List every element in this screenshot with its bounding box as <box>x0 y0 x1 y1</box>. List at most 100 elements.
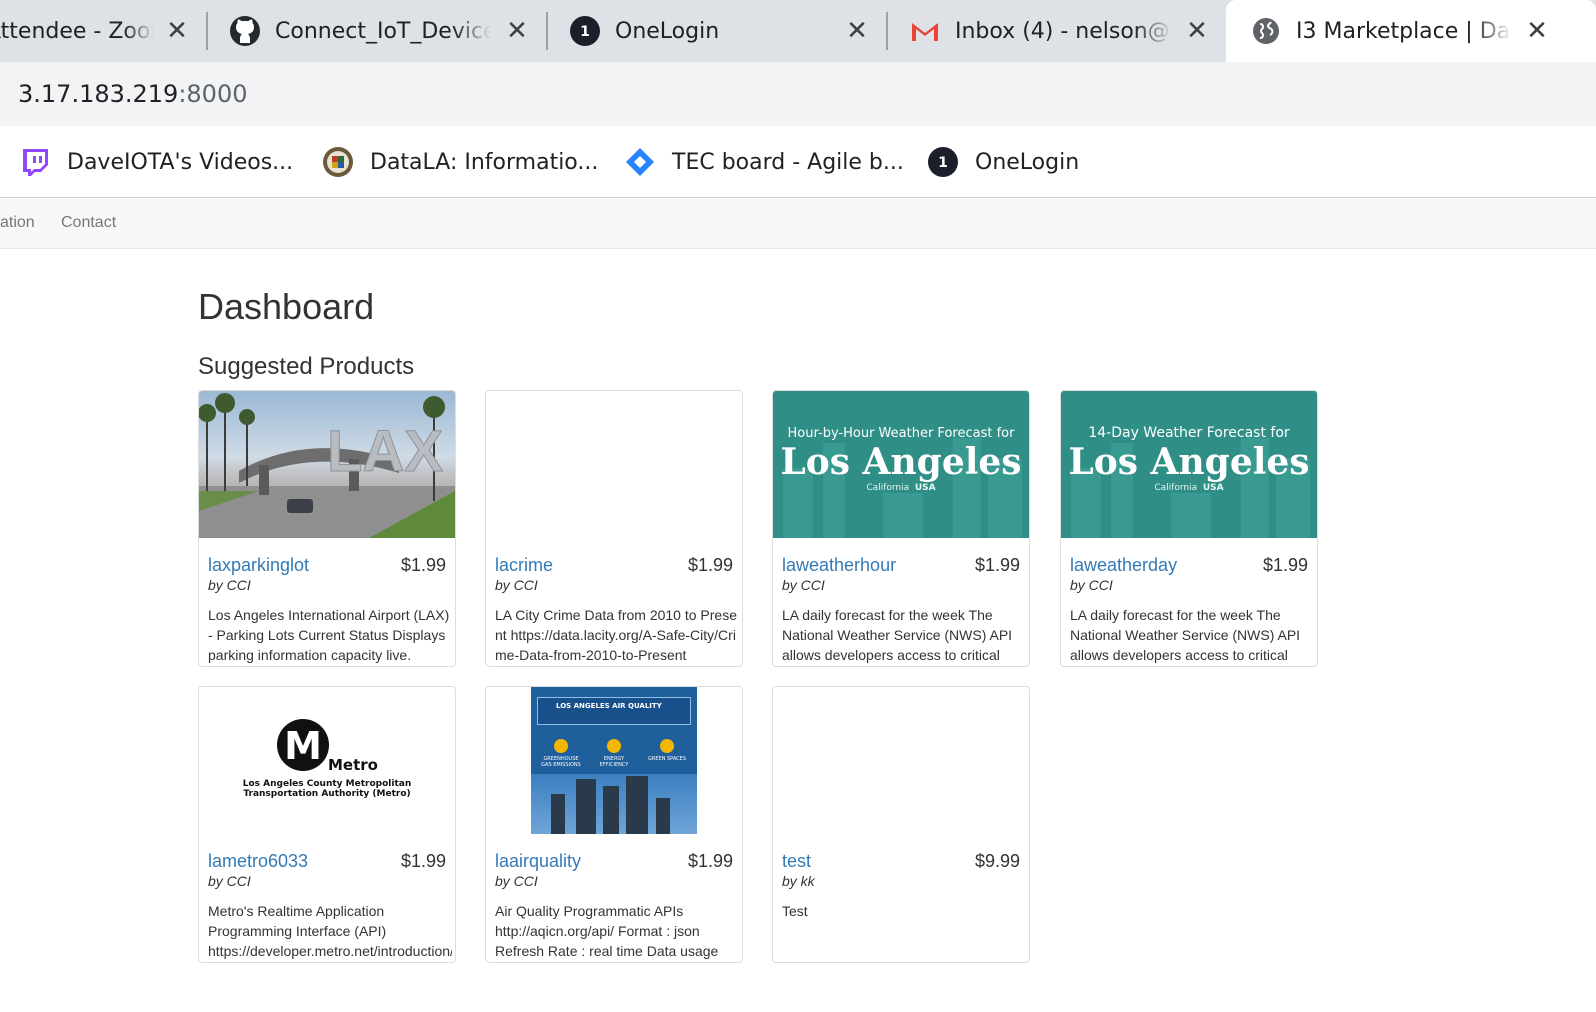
aq-column: GREEN SPACES <box>647 739 687 762</box>
product-price: $1.99 <box>1262 555 1308 575</box>
product-price: $9.99 <box>974 851 1020 871</box>
tab-title: I3 Marketplace | Dashboard <box>1296 18 1512 44</box>
weather-state: California <box>1154 483 1198 493</box>
product-name-link[interactable]: test <box>782 851 811 872</box>
close-icon[interactable]: ✕ <box>162 16 192 46</box>
product-description: LA City Crime Data from 2010 to Present … <box>495 607 737 663</box>
url-text[interactable]: 3.17.183.219:8000 <box>18 80 247 108</box>
product-card[interactable]: Hour-by-Hour Weather Forecast for Los An… <box>772 390 1030 667</box>
metro-authority-line2: Transportation Authority (Metro) <box>243 789 411 799</box>
product-card[interactable]: M Metro Los Angeles County Metropolitan … <box>198 686 456 963</box>
gmail-icon <box>909 15 941 47</box>
bookmarks-bar: DaveIOTA's Videos... DataLA: Informatio.… <box>0 126 1596 198</box>
weather-country: USA <box>914 483 936 493</box>
weather-country: USA <box>1202 483 1224 493</box>
close-icon[interactable]: ✕ <box>502 16 532 46</box>
product-price: $1.99 <box>687 555 733 575</box>
twitch-icon <box>19 146 51 178</box>
product-thumbnail[interactable]: 14-Day Weather Forecast for Los Angeles … <box>1061 391 1317 538</box>
github-icon <box>229 15 261 47</box>
close-icon[interactable]: ✕ <box>1522 16 1552 46</box>
nav-link-documentation[interactable]: ation <box>0 214 35 232</box>
product-description: Air Quality Programmatic APIs http://aqi… <box>495 903 719 959</box>
tab-separator <box>886 12 888 50</box>
product-description: Los Angeles International Airport (LAX) … <box>208 607 450 663</box>
tab-title: Attendee - Zoom <box>0 18 154 44</box>
product-name-link[interactable]: laweatherhour <box>782 555 896 576</box>
product-author: by CCI <box>208 873 251 889</box>
product-card[interactable]: test $9.99 by kk Test <box>772 686 1030 963</box>
product-thumbnail[interactable]: Hour-by-Hour Weather Forecast for Los An… <box>773 391 1029 538</box>
product-thumbnail-empty[interactable] <box>486 391 742 538</box>
product-card[interactable]: 14-Day Weather Forecast for Los Angeles … <box>1060 390 1318 667</box>
bookmark-tec-board[interactable]: TEC board - Agile b... <box>624 144 904 180</box>
url-port: :8000 <box>178 80 248 108</box>
page-title: Dashboard <box>198 286 375 327</box>
la-seal-icon <box>322 146 354 178</box>
section-title: Suggested Products <box>198 353 415 380</box>
metro-logo: M Metro <box>277 719 378 774</box>
product-name-link[interactable]: lacrime <box>495 555 553 576</box>
bookmark-label: TEC board - Agile b... <box>672 149 904 175</box>
tab-title: Inbox (4) - nelson@i <box>955 18 1173 44</box>
product-name-link[interactable]: laweatherday <box>1070 555 1177 576</box>
svg-text:1: 1 <box>938 155 948 171</box>
tab-gmail[interactable]: Inbox (4) - nelson@i <box>909 0 1179 62</box>
product-thumbnail-empty[interactable] <box>773 687 1029 834</box>
product-description: LA daily forecast for the week The Natio… <box>1070 607 1301 663</box>
tab-github[interactable]: Connect_IoT_Device_to_Marketplace <box>229 0 519 62</box>
onelogin-icon: 1 <box>569 15 601 47</box>
product-name-link[interactable]: laxparkinglot <box>208 555 309 576</box>
lax-photo-art: LAX <box>199 393 455 538</box>
weather-subtitle: 14-Day Weather Forecast for <box>1088 425 1290 441</box>
tab-title: Connect_IoT_Device_to_Marketplace <box>275 18 491 44</box>
product-card[interactable]: LAX laxparkinglot $1.99 by CCI Los Angel… <box>198 390 456 667</box>
bookmark-onelogin[interactable]: 1 OneLogin <box>927 144 1079 180</box>
aq-column: ENERGY EFFICIENCY <box>594 739 634 768</box>
product-thumbnail[interactable]: LOS ANGELES AIR QUALITY GREENHOUSE GAS E… <box>486 687 742 834</box>
svg-text:1: 1 <box>580 24 590 40</box>
product-description: Metro's Realtime Application Programming… <box>208 903 452 959</box>
close-icon[interactable]: ✕ <box>1182 16 1212 46</box>
product-thumbnail[interactable]: M Metro Los Angeles County Metropolitan … <box>199 687 455 834</box>
aq-header: LOS ANGELES AIR QUALITY <box>556 702 662 710</box>
aq-header-box: LOS ANGELES AIR QUALITY <box>537 697 691 725</box>
address-bar[interactable]: 3.17.183.219:8000 <box>0 62 1596 126</box>
close-icon[interactable]: ✕ <box>842 16 872 46</box>
jira-icon <box>624 146 656 178</box>
product-price: $1.99 <box>400 555 446 575</box>
tab-onelogin[interactable]: 1 OneLogin <box>569 0 829 62</box>
nav-link-contact[interactable]: Contact <box>61 214 116 232</box>
onelogin-icon: 1 <box>927 146 959 178</box>
site-navbar: ation Contact <box>0 199 1596 249</box>
product-price: $1.99 <box>687 851 733 871</box>
product-price: $1.99 <box>400 851 446 871</box>
metro-brand: Metro <box>328 756 378 774</box>
bookmark-label: OneLogin <box>975 149 1080 175</box>
bookmark-datala[interactable]: DataLA: Informatio... <box>322 144 598 180</box>
product-description: LA daily forecast for the week The Natio… <box>782 607 1013 663</box>
weather-subtitle: Hour-by-Hour Weather Forecast for <box>787 426 1015 441</box>
air-quality-infographic: LOS ANGELES AIR QUALITY GREENHOUSE GAS E… <box>531 687 697 834</box>
product-author: by kk <box>782 873 815 889</box>
tab-i3-marketplace[interactable]: I3 Marketplace | Dashboard ✕ <box>1226 0 1596 62</box>
product-card[interactable]: lacrime $1.99 by CCI LA City Crime Data … <box>485 390 743 667</box>
product-author: by CCI <box>782 577 825 593</box>
product-price: $1.99 <box>974 555 1020 575</box>
weather-state: California <box>866 483 910 493</box>
weather-city: Los Angeles <box>780 441 1022 483</box>
product-author: by CCI <box>208 577 251 593</box>
bookmark-label: DataLA: Informatio... <box>370 149 599 175</box>
product-name-link[interactable]: laairquality <box>495 851 581 872</box>
weather-location: California USA <box>773 483 1029 493</box>
product-author: by CCI <box>1070 577 1113 593</box>
product-card[interactable]: LOS ANGELES AIR QUALITY GREENHOUSE GAS E… <box>485 686 743 963</box>
product-thumbnail[interactable]: LAX <box>199 391 455 538</box>
globe-icon <box>1250 15 1282 47</box>
product-author: by CCI <box>495 873 538 889</box>
lax-sign: LAX <box>327 419 443 484</box>
weather-location: California USA <box>1061 483 1317 493</box>
product-name-link[interactable]: lametro6033 <box>208 851 308 872</box>
product-description: Test <box>782 903 808 919</box>
bookmark-daveiota[interactable]: DaveIOTA's Videos... <box>19 144 293 180</box>
